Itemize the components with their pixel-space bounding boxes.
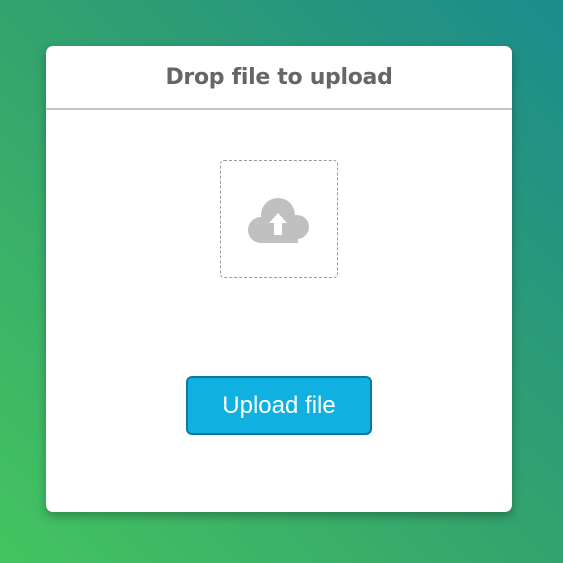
drop-zone[interactable]: [220, 160, 338, 278]
cloud-upload-icon: [248, 198, 309, 243]
upload-card: Drop file to upload Upload file: [46, 46, 512, 512]
card-header: Drop file to upload: [46, 46, 512, 110]
upload-file-button[interactable]: Upload file: [186, 376, 372, 435]
card-title: Drop file to upload: [165, 64, 393, 90]
